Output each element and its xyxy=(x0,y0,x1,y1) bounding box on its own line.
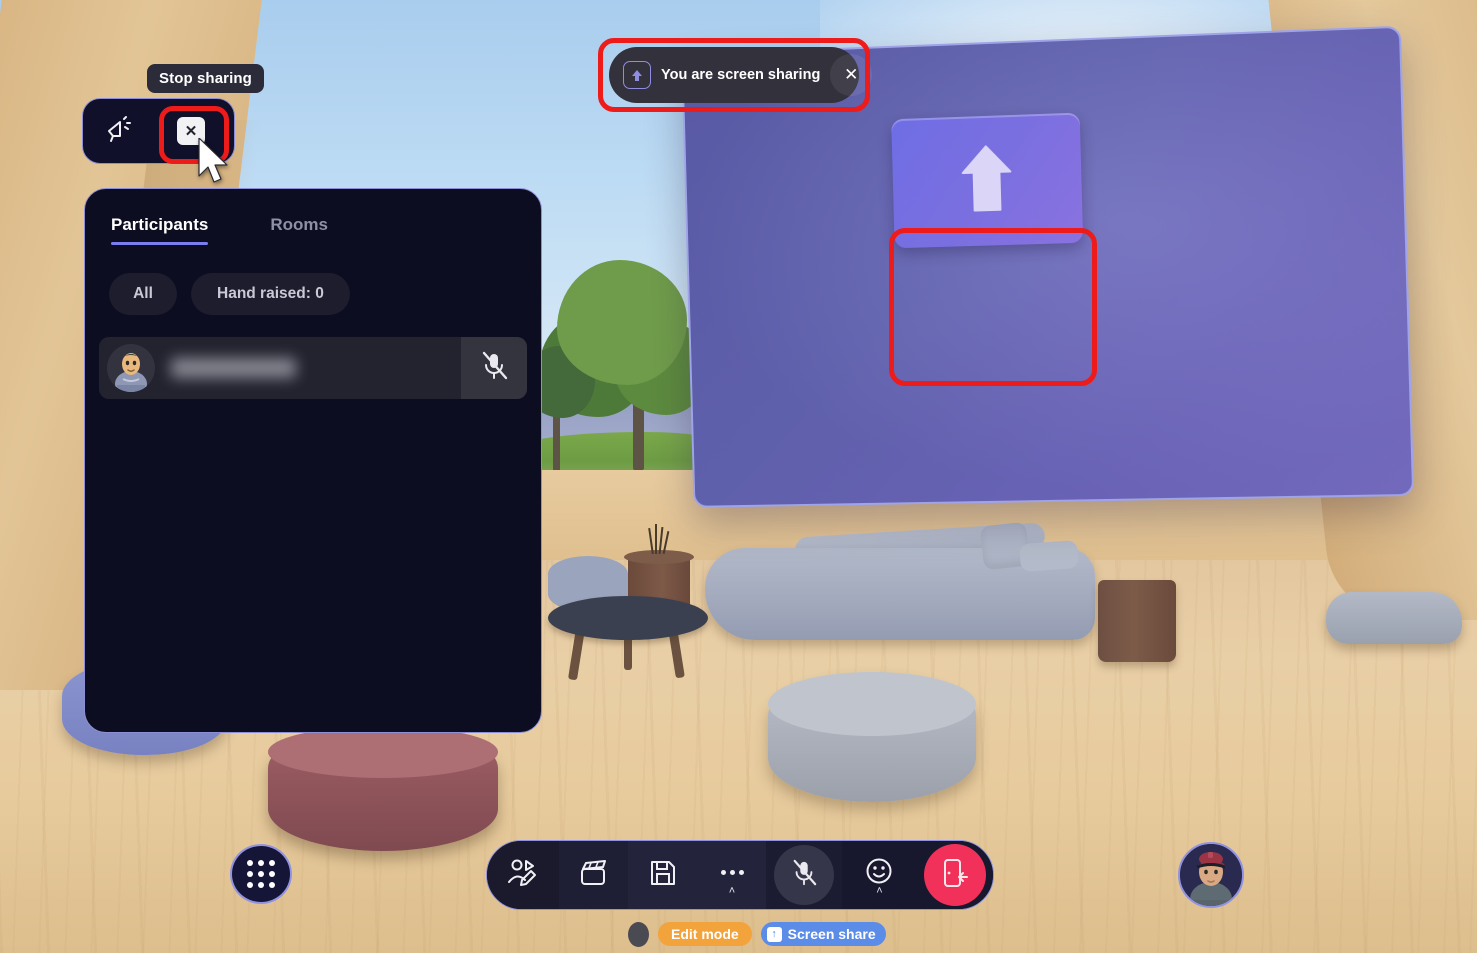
tree-canopy xyxy=(557,260,687,385)
microphone-button[interactable] xyxy=(765,841,842,909)
floppy-disk-icon xyxy=(649,859,677,892)
upload-arrow-icon xyxy=(958,139,1016,222)
status-badge-screen-share-label: Screen share xyxy=(787,926,876,942)
apps-grid-icon xyxy=(247,860,275,888)
screen-share-placeholder[interactable] xyxy=(891,112,1084,249)
reactions-button[interactable]: ˄ xyxy=(841,841,918,909)
maroon-stool-top xyxy=(268,726,498,778)
screen-share-up-arrow-icon: ↑ xyxy=(766,926,782,942)
participant-mic-muted-button[interactable] xyxy=(461,337,527,399)
status-badge-screen-share[interactable]: ↑ Screen share xyxy=(760,922,886,946)
filter-chip-all[interactable]: All xyxy=(109,273,177,315)
stop-sharing-tooltip: Stop sharing xyxy=(147,64,264,93)
ellipsis-icon xyxy=(720,869,744,875)
mic-muted-icon xyxy=(480,351,508,386)
edit-avatar-button[interactable] xyxy=(487,841,559,909)
announce-button[interactable] xyxy=(83,99,155,163)
megaphone-icon xyxy=(104,115,134,148)
leave-button[interactable] xyxy=(917,841,993,909)
avatar-pencil-icon xyxy=(506,858,540,893)
mic-muted-icon xyxy=(791,858,817,893)
chevron-up-icon[interactable]: ˄ xyxy=(729,886,735,897)
tab-rooms[interactable]: Rooms xyxy=(270,215,328,245)
round-ottoman-top xyxy=(768,672,976,736)
chevron-up-icon[interactable]: ˄ xyxy=(876,886,882,897)
reed-diffuser xyxy=(648,524,670,555)
avatar xyxy=(107,344,155,392)
filter-chip-hand-raised[interactable]: Hand raised: 0 xyxy=(191,273,350,315)
wood-block-stool xyxy=(1098,580,1176,662)
participant-list xyxy=(85,315,541,399)
user-avatar[interactable] xyxy=(1178,842,1244,908)
more-options-button[interactable]: ˄ xyxy=(698,841,766,909)
apps-grid-button[interactable] xyxy=(230,844,292,904)
screen-share-up-arrow-icon xyxy=(623,61,651,89)
panel-tab-bar: Participants Rooms xyxy=(85,189,541,245)
bottom-toolbar: ˄ ˄ xyxy=(486,840,994,910)
status-badge-edit-mode[interactable]: Edit mode xyxy=(658,922,752,946)
leave-door-icon xyxy=(940,857,970,894)
participants-panel: Participants Rooms All Hand raised: 0 xyxy=(84,188,542,733)
media-clapperboard-button[interactable] xyxy=(558,841,629,909)
tab-participants[interactable]: Participants xyxy=(111,215,209,245)
mic-toggle[interactable] xyxy=(773,845,834,905)
banner-text: You are screen sharing xyxy=(661,67,821,83)
list-item[interactable] xyxy=(99,337,527,399)
app-stage: You are screen sharing ✕ Stop sharing ✕ xyxy=(0,0,1477,953)
status-indicator-dot xyxy=(628,921,649,947)
clapperboard-icon xyxy=(579,859,609,892)
filter-chip-row: All Hand raised: 0 xyxy=(85,245,541,315)
participant-name-redacted xyxy=(171,358,296,378)
coffee-table xyxy=(548,596,708,640)
save-button[interactable] xyxy=(628,841,699,909)
sofa-pillow xyxy=(1019,540,1079,572)
screen-sharing-banner: You are screen sharing ✕ xyxy=(609,47,873,103)
banner-close-button[interactable]: ✕ xyxy=(830,54,873,96)
stone-bench xyxy=(1326,592,1462,644)
leave-circle[interactable] xyxy=(924,844,987,906)
status-badge-row: Edit mode ↑ Screen share xyxy=(628,921,886,947)
